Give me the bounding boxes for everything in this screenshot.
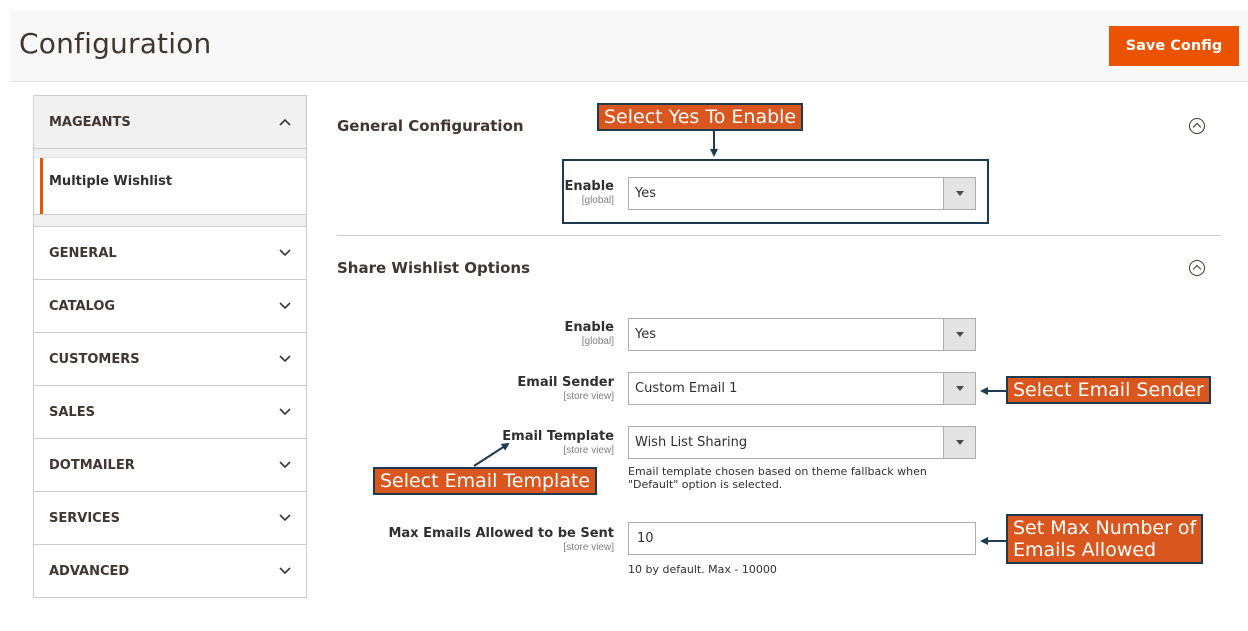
sidebar-group-general[interactable]: GENERAL: [34, 227, 306, 280]
annotation-line: Set Max Number of: [1013, 517, 1197, 539]
section-divider: [337, 235, 1221, 236]
annotation-email-sender: Select Email Sender: [1006, 376, 1211, 404]
collapse-circle-icon[interactable]: [1189, 260, 1205, 276]
select-value: Wish List Sharing: [635, 435, 748, 450]
section-title-share[interactable]: Share Wishlist Options: [337, 259, 530, 277]
sidebar-group-mageants[interactable]: MAGEANTS: [34, 96, 306, 149]
chevron-down-icon: [279, 355, 291, 363]
sidebar-group-label: SERVICES: [49, 510, 120, 526]
dropdown-arrow-icon: [943, 427, 975, 458]
sidebar-group-label: CATALOG: [49, 298, 116, 314]
chevron-down-icon: [279, 302, 291, 310]
chevron-down-icon: [279, 408, 291, 416]
dropdown-arrow-icon: [943, 373, 975, 404]
email-sender-label: Email Sender [store view]: [324, 375, 614, 402]
note-line: "Default" option is selected.: [628, 478, 783, 491]
chevron-down-icon: [279, 249, 291, 257]
field-scope: [store view]: [563, 391, 614, 402]
chevron-down-icon: [279, 567, 291, 575]
sidebar-group-advanced[interactable]: ADVANCED: [34, 545, 306, 598]
share-enable-select[interactable]: Yes: [628, 318, 976, 351]
field-scope: [store view]: [563, 445, 614, 456]
collapse-circle-icon[interactable]: [1189, 118, 1205, 134]
max-emails-note: 10 by default. Max - 10000: [628, 563, 777, 576]
share-enable-label: Enable [global]: [324, 320, 615, 347]
sidebar-group-services[interactable]: SERVICES: [34, 492, 306, 545]
annotation-max-emails: Set Max Number of Emails Allowed: [1006, 514, 1204, 564]
sidebar-item-multiple-wishlist[interactable]: Multiple Wishlist: [34, 149, 306, 215]
field-label: Email Template: [502, 429, 614, 444]
note-line: Email template chosen based on theme fal…: [628, 465, 927, 478]
section-title-general[interactable]: General Configuration: [337, 117, 524, 135]
field-label: Email Sender: [517, 375, 614, 390]
page-title: Configuration: [19, 27, 212, 60]
annotation-highlight-box: [562, 159, 989, 224]
annotation-email-template: Select Email Template: [373, 467, 598, 495]
chevron-down-icon: [279, 514, 291, 522]
field-scope: [global]: [581, 336, 614, 347]
sidebar-group-label: GENERAL: [49, 245, 117, 261]
sidebar-spacer: [34, 215, 306, 227]
dropdown-arrow-icon: [943, 319, 975, 350]
sidebar-group-label: ADVANCED: [49, 563, 130, 579]
sidebar-group-catalog[interactable]: CATALOG: [34, 280, 306, 333]
email-template-label: Email Template [store view]: [324, 429, 614, 456]
email-sender-select[interactable]: Custom Email 1: [628, 372, 976, 405]
field-scope: [store view]: [563, 542, 614, 553]
save-config-button[interactable]: Save Config: [1109, 26, 1239, 66]
sidebar-group-sales[interactable]: SALES: [34, 386, 306, 439]
config-sidebar: MAGEANTS Multiple Wishlist GENERAL CATAL…: [33, 95, 307, 598]
sidebar-group-dotmailer[interactable]: DOTMAILER: [34, 439, 306, 492]
chevron-up-icon: [279, 118, 291, 126]
sidebar-group-label: SALES: [49, 404, 95, 420]
max-emails-input[interactable]: 10: [628, 522, 976, 555]
annotation-line: Emails Allowed: [1013, 539, 1157, 561]
sidebar-group-label: MAGEANTS: [49, 114, 131, 130]
page-header: Configuration Save Config: [10, 10, 1248, 82]
field-label: Enable: [564, 320, 615, 335]
chevron-down-icon: [279, 461, 291, 469]
max-emails-label: Max Emails Allowed to be Sent [store vie…: [324, 526, 614, 553]
sidebar-group-label: CUSTOMERS: [49, 351, 140, 367]
select-value: Yes: [635, 327, 656, 342]
sidebar-item-label: Multiple Wishlist: [49, 174, 173, 189]
sidebar-group-label: DOTMAILER: [49, 457, 135, 473]
email-template-select[interactable]: Wish List Sharing: [628, 426, 976, 459]
annotation-enable: Select Yes To Enable: [597, 103, 804, 131]
field-label: Max Emails Allowed to be Sent: [388, 526, 614, 541]
sidebar-group-customers[interactable]: CUSTOMERS: [34, 333, 306, 386]
email-template-note: Email template chosen based on theme fal…: [628, 465, 927, 491]
select-value: Custom Email 1: [635, 381, 738, 396]
